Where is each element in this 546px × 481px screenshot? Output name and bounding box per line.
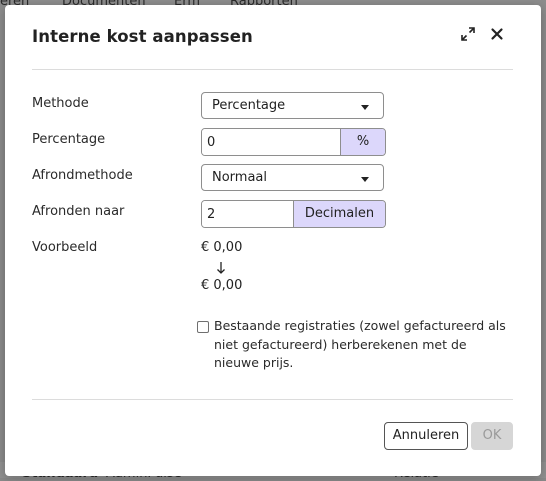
methode-select[interactable]: Percentage (201, 92, 384, 119)
percent-suffix: % (340, 129, 385, 155)
example-to-value: € 0,00 (201, 278, 243, 293)
expand-arrows-icon[interactable] (459, 25, 477, 43)
methode-selected-value: Percentage (212, 98, 286, 113)
header-divider (32, 69, 513, 70)
afrondmethode-select[interactable]: Normaal (201, 164, 384, 191)
dialog-title: Interne kost aanpassen (32, 27, 253, 46)
percentage-label: Percentage (32, 132, 106, 147)
methode-label: Methode (32, 96, 89, 111)
cancel-button[interactable]: Annuleren (384, 422, 468, 450)
afronden-naar-input[interactable] (202, 201, 294, 227)
chevron-down-icon (361, 177, 369, 182)
afrondmethode-selected-value: Normaal (212, 170, 268, 185)
afrondmethode-label: Afrondmethode (32, 168, 133, 183)
afronden-naar-input-group: Decimalen (201, 200, 386, 228)
footer-divider (32, 399, 513, 400)
example-from-value: € 0,00 (201, 240, 243, 255)
percentage-input-group: % (201, 128, 386, 156)
close-x-icon[interactable] (488, 25, 506, 43)
recalculate-checkbox[interactable] (197, 321, 209, 333)
ok-button[interactable]: OK (471, 422, 513, 450)
recalculate-checkbox-label[interactable]: Bestaande registraties (zowel gefacturee… (214, 317, 514, 373)
afronden-naar-label: Afronden naar (32, 204, 125, 219)
decimals-suffix: Decimalen (293, 201, 385, 227)
edit-internal-cost-dialog: Interne kost aanpassen Methode Percentag… (5, 5, 541, 476)
voorbeeld-label: Voorbeeld (32, 240, 98, 255)
arrow-down-icon (216, 260, 226, 274)
percentage-input[interactable] (202, 129, 341, 155)
chevron-down-icon (361, 105, 369, 110)
